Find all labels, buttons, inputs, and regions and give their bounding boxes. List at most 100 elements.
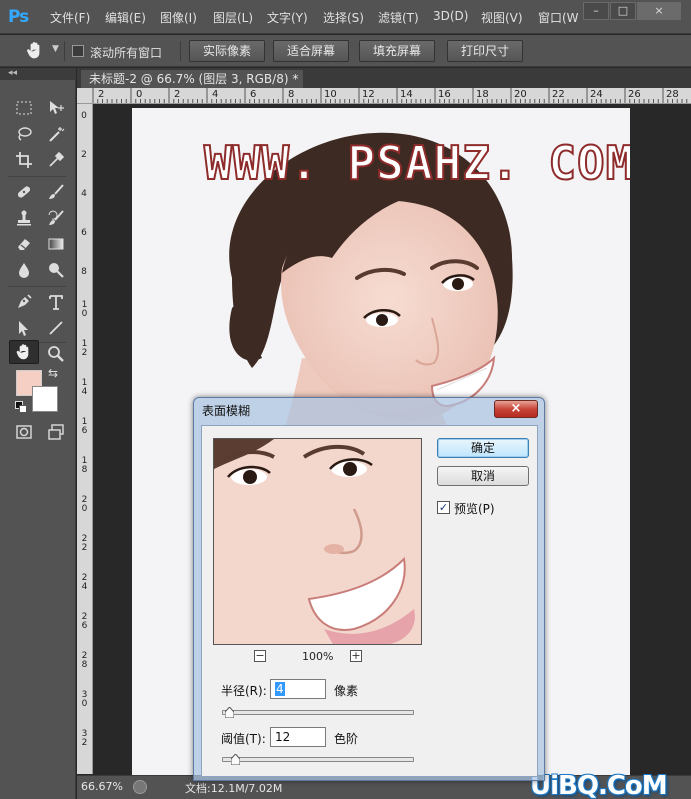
threshold-slider[interactable]: [222, 757, 414, 762]
threshold-slider-thumb[interactable]: [230, 754, 240, 765]
radius-value: 4: [275, 682, 285, 696]
dialog-title: 表面模糊: [202, 404, 251, 418]
menu-layer[interactable]: 图层(L): [213, 9, 253, 26]
clone-stamp-icon[interactable]: [11, 206, 37, 230]
preview-zoom-percent: 100%: [302, 650, 334, 663]
radius-unit: 像素: [334, 684, 359, 698]
scroll-all-windows-checkbox[interactable]: [72, 45, 84, 57]
zoom-in-button[interactable]: +: [350, 650, 362, 662]
maximize-button[interactable]: □: [610, 2, 636, 20]
zoom-icon[interactable]: [43, 342, 69, 366]
ruler-label: 3 2: [81, 729, 88, 748]
zoom-level[interactable]: 66.67%: [81, 780, 123, 793]
tool-preset-dropdown-icon[interactable]: ▼: [52, 44, 59, 54]
menu-edit[interactable]: 编辑(E): [105, 9, 146, 26]
ruler-label: 1 0: [81, 300, 88, 319]
menu-type[interactable]: 文字(Y): [267, 9, 308, 26]
menu-view[interactable]: 视图(V): [481, 9, 523, 26]
background-color-swatch[interactable]: [32, 386, 58, 412]
vertical-ruler[interactable]: 0 2 4 6 8 1 0 1 2 1 4 1 6 1 8 2 0 2 2 2 …: [77, 104, 93, 774]
path-selection-icon[interactable]: [11, 316, 37, 340]
ruler-label: 4: [212, 89, 219, 100]
preview-image: [214, 439, 421, 644]
eyedropper-icon[interactable]: [43, 148, 69, 172]
menu-select[interactable]: 选择(S): [323, 9, 364, 26]
surface-blur-dialog: 表面模糊 × − 100% + 确定 取消 ✓ 预览(P) 半径(R): 4 像…: [193, 397, 545, 781]
crop-icon[interactable]: [11, 148, 37, 172]
ruler-origin[interactable]: [77, 88, 93, 104]
brush-icon[interactable]: [43, 180, 69, 204]
magic-wand-icon[interactable]: [43, 122, 69, 146]
lasso-icon[interactable]: [11, 122, 37, 146]
ok-button[interactable]: 确定: [437, 438, 529, 458]
menu-file[interactable]: 文件(F): [50, 9, 90, 26]
ruler-label: 6: [81, 228, 87, 238]
menu-filter[interactable]: 滤镜(T): [378, 9, 419, 26]
toolbox-separator: [8, 286, 66, 287]
radius-input[interactable]: 4: [270, 679, 326, 699]
ruler-label: 8: [81, 267, 87, 277]
hand-icon[interactable]: [9, 340, 39, 364]
menu-window[interactable]: 窗口(W: [538, 9, 579, 26]
ruler-label: 2 0: [81, 495, 88, 514]
actual-pixels-button[interactable]: 实际像素: [189, 40, 265, 62]
scroll-all-windows-label: 滚动所有窗口: [90, 46, 163, 60]
dialog-close-button[interactable]: ×: [494, 400, 538, 418]
radius-slider[interactable]: [222, 710, 414, 715]
hand-tool-preset-icon[interactable]: [24, 40, 46, 62]
toolbox: ◂◂ ⇆: [0, 68, 76, 799]
ruler-label: 16: [438, 89, 451, 100]
ruler-label: 2 4: [81, 573, 88, 592]
type-icon[interactable]: [43, 290, 69, 314]
fit-screen-button[interactable]: 适合屏幕: [273, 40, 349, 62]
cancel-button[interactable]: 取消: [437, 466, 529, 486]
ruler-label: 2 6: [81, 612, 88, 631]
preview-label: 预览(P): [454, 502, 495, 516]
rectangular-marquee-icon[interactable]: [11, 96, 37, 120]
menu-3d[interactable]: 3D(D): [433, 9, 468, 23]
print-size-button[interactable]: 打印尺寸: [447, 40, 523, 62]
pen-icon[interactable]: [11, 290, 37, 314]
gradient-icon[interactable]: [43, 232, 69, 256]
healing-brush-icon[interactable]: [11, 180, 37, 204]
ruler-label: 4: [81, 189, 87, 199]
document-size-info[interactable]: 文档:12.1M/7.02M: [185, 780, 282, 796]
options-separator: [180, 41, 181, 61]
ruler-label: 1 6: [81, 417, 88, 436]
swap-colors-icon[interactable]: ⇆: [48, 366, 58, 380]
ruler-label: 1 4: [81, 378, 88, 397]
filter-preview[interactable]: [213, 438, 422, 645]
horizontal-ruler[interactable]: 2 0 2 4 6 8 10 12 14 16 18 20 22 24 26 2…: [93, 88, 691, 104]
ruler-label: 2: [98, 89, 105, 100]
photoshop-logo: Ps: [8, 7, 29, 27]
options-bar: ▼ 滚动所有窗口 实际像素 适合屏幕 填充屏幕 打印尺寸: [0, 35, 691, 67]
close-window-button[interactable]: ×: [637, 2, 681, 20]
toolbox-collapse[interactable]: ◂◂: [0, 68, 76, 80]
ruler-label: 2: [81, 150, 87, 160]
preview-checkbox[interactable]: ✓: [437, 501, 450, 514]
ruler-label: 2 8: [81, 651, 88, 670]
blur-icon[interactable]: [11, 258, 37, 282]
line-icon[interactable]: [43, 316, 69, 340]
ruler-label: 3 0: [81, 690, 88, 709]
eraser-icon[interactable]: [11, 232, 37, 256]
watermark-text: WWW. PSAHZ. COM: [203, 135, 630, 191]
quick-mask-icon[interactable]: [11, 420, 37, 444]
default-colors-icon[interactable]: [15, 401, 27, 413]
menu-image[interactable]: 图像(I): [160, 9, 197, 26]
move-icon[interactable]: [43, 96, 69, 120]
dodge-icon[interactable]: [43, 258, 69, 282]
threshold-input[interactable]: 12: [270, 727, 326, 747]
document-tab[interactable]: 未标题-2 @ 66.7% (图层 3, RGB/8) *: [81, 70, 303, 88]
ruler-label: 26: [628, 89, 641, 100]
radius-slider-thumb[interactable]: [224, 707, 234, 718]
threshold-value: 12: [275, 730, 291, 744]
ruler-label: 12: [362, 89, 375, 100]
status-info-icon[interactable]: [133, 780, 147, 794]
fill-screen-button[interactable]: 填充屏幕: [359, 40, 435, 62]
history-brush-icon[interactable]: [43, 206, 69, 230]
ruler-label: 8: [288, 89, 295, 100]
zoom-out-button[interactable]: −: [254, 650, 266, 662]
minimize-button[interactable]: –: [583, 2, 609, 20]
screen-mode-icon[interactable]: [43, 420, 69, 444]
